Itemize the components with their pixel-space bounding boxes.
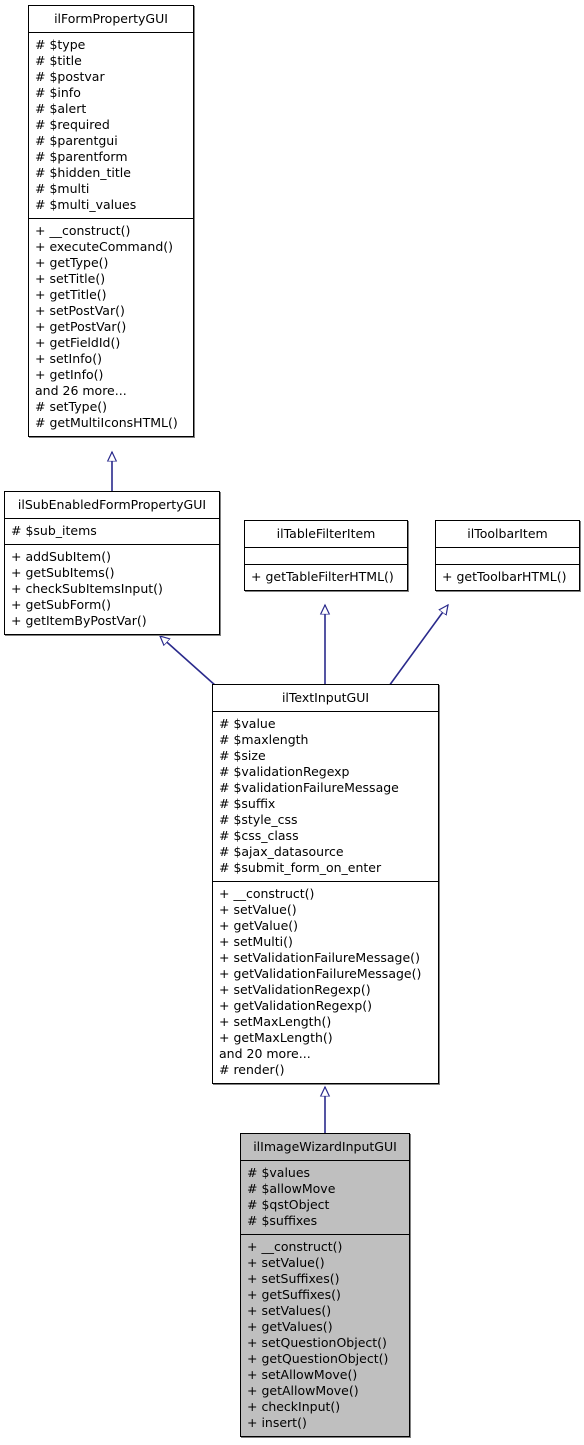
method-row-more: and 20 more...	[219, 1046, 311, 1061]
methods-compartment-iltoolbaritem: + getToolbarHTML()	[436, 565, 579, 590]
method-row: + executeCommand()	[35, 239, 174, 254]
method-row: + getItemByPostVar()	[11, 613, 147, 628]
methods-compartment-ilimagewizardinputgui: + __construct() + setValue() + setSuffix…	[241, 1235, 409, 1436]
method-row: # render()	[219, 1062, 285, 1077]
method-row: + __construct()	[219, 886, 315, 901]
attribute-row: # $css_class	[219, 828, 299, 843]
attribute-row: # $style_css	[219, 812, 298, 827]
class-box-ilimagewizardinputgui[interactable]: ilImageWizardInputGUI # $values # $allow…	[240, 1133, 410, 1437]
attribute-row: # $submit_form_on_enter	[219, 860, 382, 875]
method-row: + setSuffixes()	[247, 1271, 340, 1286]
attribute-row: # $postvar	[35, 69, 105, 84]
method-row: + getPostVar()	[35, 319, 127, 334]
method-row: + insert()	[247, 1415, 307, 1430]
class-title-ilsubenabledformpropertygui: ilSubEnabledFormPropertyGUI	[5, 492, 219, 519]
class-title-ilformpropertygui: ilFormPropertyGUI	[29, 6, 193, 33]
method-row: + getSubItems()	[11, 565, 115, 580]
methods-compartment-ilformpropertygui: + __construct() + executeCommand() + get…	[29, 219, 193, 436]
attribute-row: # $validationFailureMessage	[219, 780, 399, 795]
method-row: + checkSubItemsInput()	[11, 581, 163, 596]
methods-compartment-ilsubenabledformpropertygui: + addSubItem() + getSubItems() + checkSu…	[5, 545, 219, 634]
attribute-row: # $info	[35, 85, 81, 100]
method-row: + setInfo()	[35, 351, 102, 366]
attributes-compartment-iltoolbaritem	[436, 548, 579, 565]
method-row: + setMulti()	[219, 934, 293, 949]
attributes-compartment-iltablefilteritem	[245, 548, 407, 565]
method-row-more: and 26 more...	[35, 383, 127, 398]
method-row: + getValidationRegexp()	[219, 998, 373, 1013]
method-row: # getMultiIconsHTML()	[35, 415, 178, 430]
method-row: + setMaxLength()	[219, 1014, 332, 1029]
method-row: + setValue()	[219, 902, 297, 917]
method-row: + setPostVar()	[35, 303, 125, 318]
method-row: + getInfo()	[35, 367, 104, 382]
attributes-compartment-ilimagewizardinputgui: # $values # $allowMove # $qstObject # $s…	[241, 1161, 409, 1235]
method-row: + getValues()	[247, 1319, 333, 1334]
method-row: + setValidationRegexp()	[219, 982, 371, 997]
method-row: + getQuestionObject()	[247, 1351, 389, 1366]
attribute-row: # $suffix	[219, 796, 276, 811]
attribute-row: # $ajax_datasource	[219, 844, 344, 859]
method-row: + __construct()	[247, 1239, 343, 1254]
class-box-ilformpropertygui[interactable]: ilFormPropertyGUI # $type # $title # $po…	[28, 5, 194, 437]
attribute-row: # $values	[247, 1165, 311, 1180]
attribute-row: # $title	[35, 53, 82, 68]
method-row: + setTitle()	[35, 271, 106, 286]
attribute-row: # $parentform	[35, 149, 128, 164]
method-row: + addSubItem()	[11, 549, 111, 564]
method-row: + checkInput()	[247, 1399, 341, 1414]
attribute-row: # $alert	[35, 101, 87, 116]
method-row: + getValidationFailureMessage()	[219, 966, 422, 981]
class-box-iltextinputgui[interactable]: ilTextInputGUI # $value # $maxlength # $…	[212, 684, 439, 1084]
attribute-row: # $multi	[35, 181, 90, 196]
method-row: + getSuffixes()	[247, 1287, 341, 1302]
attribute-row: # $multi_values	[35, 197, 137, 212]
method-row: + getMaxLength()	[219, 1030, 333, 1045]
uml-class-diagram: ilFormPropertyGUI --> ilSubEnabledFormPr…	[0, 0, 584, 1445]
attribute-row: # $value	[219, 716, 276, 731]
method-row: + getType()	[35, 255, 109, 270]
method-row: + getFieldId()	[35, 335, 121, 350]
method-row: + getAllowMove()	[247, 1383, 359, 1398]
class-title-iltextinputgui: ilTextInputGUI	[213, 685, 438, 712]
method-row: + getSubForm()	[11, 597, 112, 612]
method-row: + getTitle()	[35, 287, 107, 302]
methods-compartment-iltablefilteritem: + getTableFilterHTML()	[245, 565, 407, 590]
attribute-row: # $sub_items	[11, 523, 97, 538]
attributes-compartment-ilsubenabledformpropertygui: # $sub_items	[5, 519, 219, 545]
class-title-ilimagewizardinputgui: ilImageWizardInputGUI	[241, 1134, 409, 1161]
class-box-iltoolbaritem[interactable]: ilToolbarItem + getToolbarHTML()	[435, 520, 580, 591]
attribute-row: # $qstObject	[247, 1197, 330, 1212]
attribute-row: # $parentgui	[35, 133, 118, 148]
methods-compartment-iltextinputgui: + __construct() + setValue() + getValue(…	[213, 882, 438, 1083]
attribute-row: # $maxlength	[219, 732, 309, 747]
class-box-iltablefilteritem[interactable]: ilTableFilterItem + getTableFilterHTML()	[244, 520, 408, 591]
class-title-iltablefilteritem: ilTableFilterItem	[245, 521, 407, 548]
method-row: + setQuestionObject()	[247, 1335, 387, 1350]
attribute-row: # $suffixes	[247, 1213, 318, 1228]
edge-iltextinputgui-to-iltoolbaritem	[388, 605, 448, 687]
attribute-row: # $allowMove	[247, 1181, 336, 1196]
method-row: + setAllowMove()	[247, 1367, 358, 1382]
attribute-row: # $size	[219, 748, 266, 763]
attribute-row: # $validationRegexp	[219, 764, 350, 779]
method-row: + setValues()	[247, 1303, 332, 1318]
attributes-compartment-iltextinputgui: # $value # $maxlength # $size # $validat…	[213, 712, 438, 882]
edge-iltextinputgui-to-ilsubenabledformpropertygui	[160, 636, 217, 687]
attribute-row: # $type	[35, 37, 86, 52]
attribute-row: # $required	[35, 117, 110, 132]
method-row: + getTableFilterHTML()	[251, 569, 394, 584]
method-row: + setValidationFailureMessage()	[219, 950, 420, 965]
class-box-ilsubenabledformpropertygui[interactable]: ilSubEnabledFormPropertyGUI # $sub_items…	[4, 491, 220, 635]
method-row: + getValue()	[219, 918, 299, 933]
method-row: # setType()	[35, 399, 108, 414]
class-title-iltoolbaritem: ilToolbarItem	[436, 521, 579, 548]
attribute-row: # $hidden_title	[35, 165, 131, 180]
method-row: + setValue()	[247, 1255, 325, 1270]
method-row: + getToolbarHTML()	[442, 569, 567, 584]
method-row: + __construct()	[35, 223, 131, 238]
attributes-compartment-ilformpropertygui: # $type # $title # $postvar # $info # $a…	[29, 33, 193, 219]
